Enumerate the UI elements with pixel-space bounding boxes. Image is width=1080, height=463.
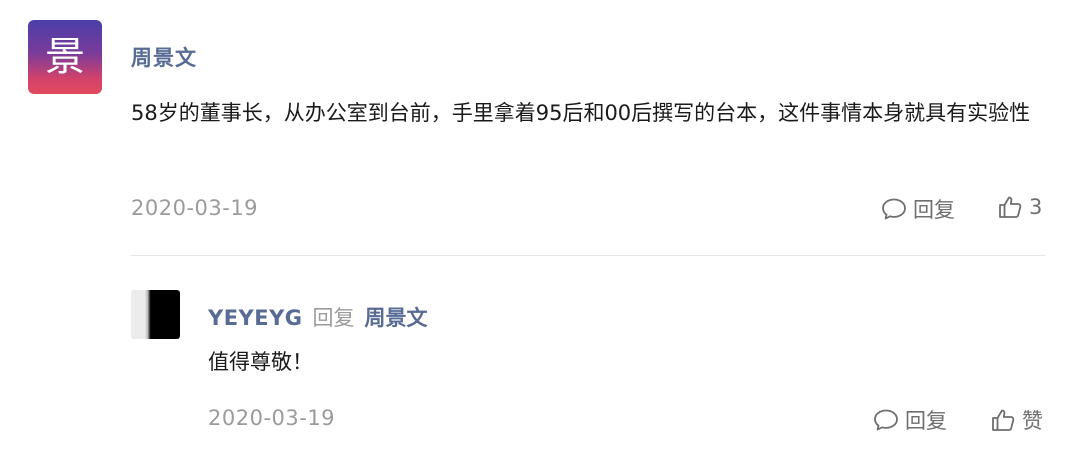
reply-label: 回复 bbox=[905, 409, 947, 433]
reply-avatar[interactable] bbox=[131, 290, 180, 339]
like-button[interactable]: 3 bbox=[997, 194, 1042, 220]
thumbs-up-icon bbox=[997, 194, 1023, 220]
reply-label: 回复 bbox=[913, 198, 955, 222]
thumbs-up-icon bbox=[990, 407, 1016, 433]
speech-bubble-icon bbox=[873, 408, 899, 432]
reply-header: YEYEYG 回复 周景文 bbox=[208, 302, 428, 332]
reply-date: 2020-03-19 bbox=[208, 406, 336, 430]
comment-content: 58岁的董事长，从办公室到台前，手里拿着95后和00后撰写的台本，这件事情本身就… bbox=[131, 101, 1031, 125]
reply-content: 值得尊敬！ bbox=[208, 350, 313, 374]
speech-bubble-icon bbox=[881, 197, 907, 221]
reply-author[interactable]: YEYEYG bbox=[208, 306, 303, 330]
avatar[interactable]: 景 bbox=[28, 20, 102, 94]
like-count: 3 bbox=[1029, 195, 1043, 219]
divider bbox=[131, 255, 1046, 256]
reply-reply-button[interactable]: 回复 bbox=[873, 405, 947, 435]
comment-date: 2020-03-19 bbox=[131, 196, 259, 220]
avatar-glyph: 景 bbox=[45, 34, 85, 80]
comment-author[interactable]: 周景文 bbox=[131, 42, 197, 72]
reply-button[interactable]: 回复 bbox=[881, 194, 955, 224]
like-label: 赞 bbox=[1022, 409, 1043, 433]
reply-word: 回复 bbox=[312, 306, 355, 330]
comment-item: 景 周景文 58岁的董事长，从办公室到台前，手里拿着95后和00后撰写的台本，这… bbox=[0, 0, 1080, 255]
reply-target-author[interactable]: 周景文 bbox=[365, 302, 428, 332]
reply-like-button[interactable]: 赞 bbox=[990, 405, 1043, 435]
